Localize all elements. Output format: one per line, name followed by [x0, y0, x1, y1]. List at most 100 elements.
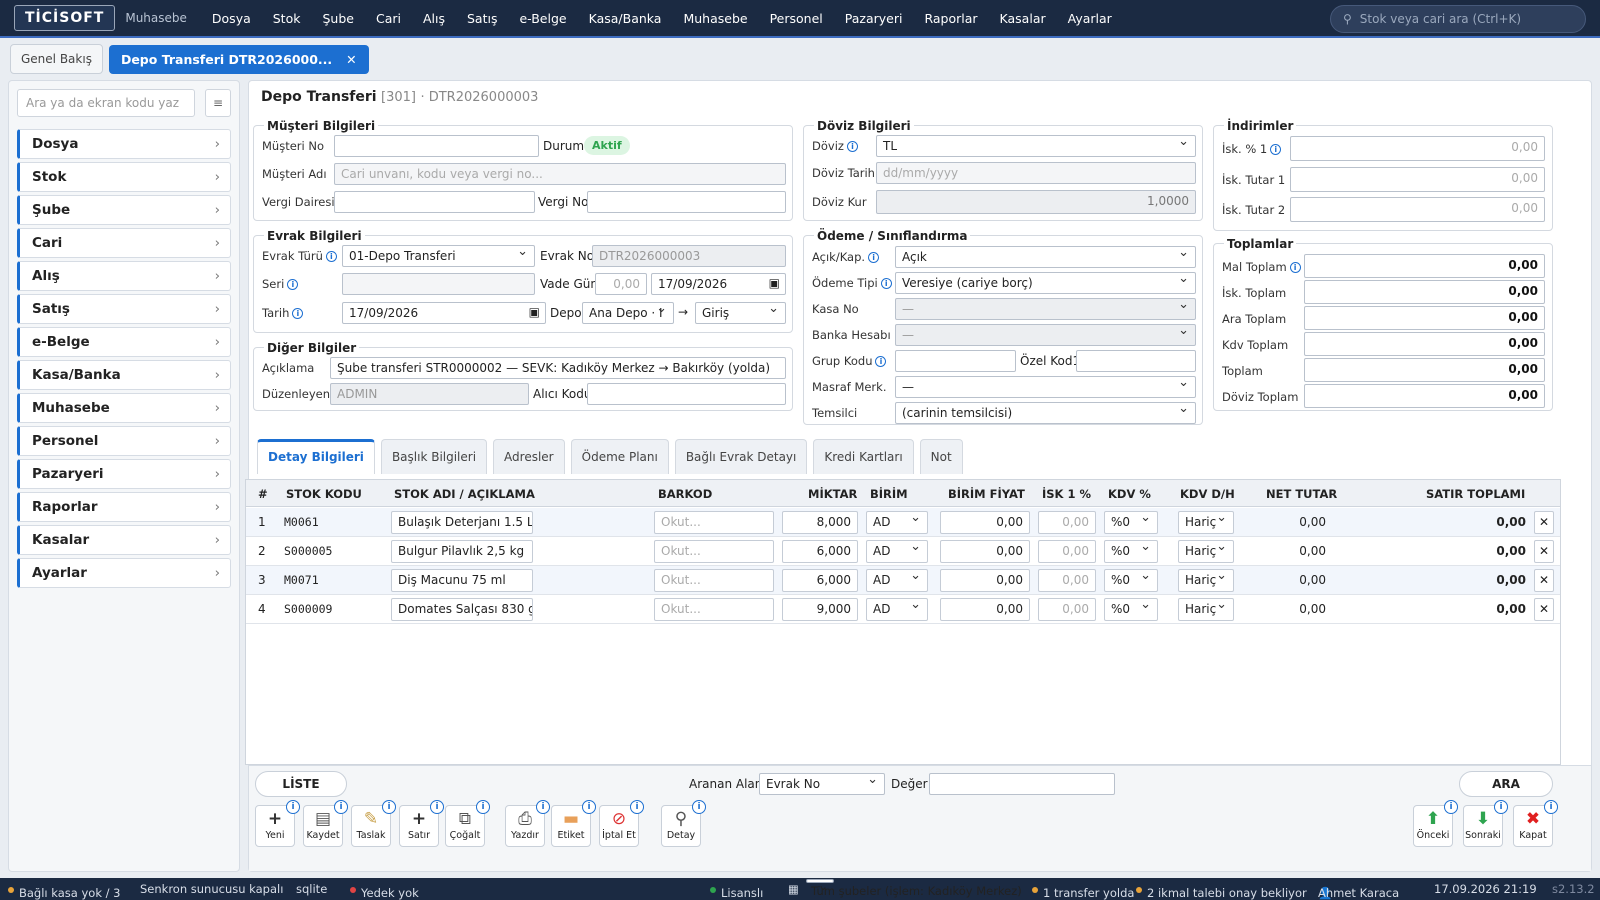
info-icon[interactable]: i — [430, 800, 444, 814]
info-icon[interactable]: i — [536, 800, 550, 814]
cell-ad-input[interactable]: Domates Salçası 830 g — [391, 598, 533, 621]
vergi-no-input[interactable] — [587, 191, 786, 213]
tab-detay-bilgileri[interactable]: Detay Bilgileri — [257, 439, 375, 474]
cell-miktar-input[interactable]: 9,000 — [782, 598, 858, 621]
sidebar-item-cari[interactable]: Cari › — [17, 228, 231, 258]
menu-ebelge[interactable]: e-Belge — [508, 11, 577, 26]
cell-dh-select[interactable]: Hariç — [1178, 569, 1234, 592]
cell-fiyat-input[interactable]: 0,00 — [940, 540, 1030, 563]
delete-row-icon[interactable]: ✕ — [1534, 598, 1554, 621]
vade-gun-input[interactable]: 0,00 — [595, 273, 647, 295]
masraf-merk-select[interactable]: — — [895, 376, 1196, 398]
isk-tutar1-input[interactable]: 0,00 — [1290, 167, 1545, 192]
info-icon[interactable]: i — [630, 800, 644, 814]
cell-isk-input[interactable]: 0,00 — [1038, 511, 1096, 534]
info-icon[interactable]: i — [875, 356, 887, 367]
info-icon[interactable]: i — [880, 278, 892, 289]
cell-kdv-select[interactable]: %0 — [1104, 569, 1158, 592]
menu-muhasebe[interactable]: Muhasebe — [672, 11, 758, 26]
delete-row-icon[interactable]: ✕ — [1534, 540, 1554, 563]
cell-dh-select[interactable]: Hariç — [1178, 511, 1234, 534]
vade-tarih-input[interactable]: 17/09/2026 ▣ — [651, 273, 786, 295]
tab-overview[interactable]: Genel Bakış — [10, 44, 103, 74]
etiket-button[interactable]: ▬ Etiket i — [551, 800, 596, 847]
menu-kasalar[interactable]: Kasalar — [989, 11, 1057, 26]
global-search[interactable]: ⚲ Stok veya cari ara (Ctrl+K) — [1330, 5, 1586, 33]
tab-bagli-evrak[interactable]: Bağlı Evrak Detayı — [674, 439, 808, 474]
ozel-kod-input[interactable] — [1076, 350, 1196, 372]
sidebar-item-sube[interactable]: Şube › — [17, 195, 231, 225]
sidebar-item-pazaryeri[interactable]: Pazaryeri › — [17, 459, 231, 489]
cell-birim-select[interactable]: AD — [866, 511, 928, 534]
cell-miktar-input[interactable]: 6,000 — [782, 540, 858, 563]
info-icon[interactable]: i — [1494, 800, 1508, 814]
seri-input[interactable] — [342, 273, 535, 295]
isk1-input[interactable]: 0,00 — [1290, 136, 1545, 161]
sidebar-item-kasa-banka[interactable]: Kasa/Banka › — [17, 360, 231, 390]
info-icon[interactable]: i — [476, 800, 490, 814]
info-icon[interactable]: i — [868, 252, 880, 263]
isk-tutar2-input[interactable]: 0,00 — [1290, 197, 1545, 222]
sidebar-item-satis[interactable]: Satış › — [17, 294, 231, 324]
yeni-button[interactable]: + Yeni i — [255, 800, 300, 847]
info-icon[interactable]: i — [1544, 800, 1558, 814]
aranan-alan-select[interactable]: Evrak No — [759, 773, 885, 795]
calendar-icon[interactable]: ▣ — [769, 276, 780, 290]
cell-dh-select[interactable]: Hariç — [1178, 540, 1234, 563]
doviz-select[interactable]: TL — [876, 135, 1196, 157]
cell-dh-select[interactable]: Hariç — [1178, 598, 1234, 621]
cell-birim-select[interactable]: AD — [866, 598, 928, 621]
sidebar-list-button[interactable]: ≡ — [205, 89, 231, 117]
info-icon[interactable]: i — [334, 800, 348, 814]
menu-cari[interactable]: Cari — [365, 11, 412, 26]
tab-depo-transfer[interactable]: Depo Transferi DTR2026000... ✕ — [108, 44, 369, 74]
sidebar-item-personel[interactable]: Personel › — [17, 426, 231, 456]
sidebar-item-kasalar[interactable]: Kasalar › — [17, 525, 231, 555]
sidebar-item-raporlar[interactable]: Raporlar › — [17, 492, 231, 522]
delete-row-icon[interactable]: ✕ — [1534, 511, 1554, 534]
grup-kodu-input[interactable] — [895, 350, 1016, 372]
info-icon[interactable]: i — [382, 800, 396, 814]
menu-ayarlar[interactable]: Ayarlar — [1057, 11, 1123, 26]
aciklama-input[interactable]: Şube transferi STR0000002 — SEVK: Kadıkö… — [330, 357, 786, 379]
menu-dosya[interactable]: Dosya — [201, 11, 262, 26]
yazdir-button[interactable]: ⎙ Yazdır i — [505, 800, 550, 847]
info-icon[interactable]: i — [1444, 800, 1458, 814]
cell-isk-input[interactable]: 0,00 — [1038, 569, 1096, 592]
taslak-button[interactable]: ✎ Taslak i — [351, 800, 396, 847]
ara-button[interactable]: ARA — [1459, 771, 1553, 797]
sidebar-item-dosya[interactable]: Dosya › — [17, 129, 231, 159]
tab-odeme-plani[interactable]: Ödeme Planı — [570, 439, 669, 474]
sidebar-search-input[interactable]: Ara ya da ekran kodu yaz — [17, 89, 195, 117]
cogalt-button[interactable]: ⧉ Çoğalt i — [445, 800, 490, 847]
menu-raporlar[interactable]: Raporlar — [913, 11, 988, 26]
cell-kdv-select[interactable]: %0 — [1104, 511, 1158, 534]
tarih-input[interactable]: 17/09/2026 ▣ — [342, 302, 546, 324]
tab-kredi-kartlari[interactable]: Kredi Kartları — [813, 439, 914, 474]
cell-isk-input[interactable]: 0,00 — [1038, 598, 1096, 621]
musteri-no-input[interactable] — [334, 135, 539, 157]
table-row[interactable]: 2 S000005 Bulgur Pilavlık 2,5 kg Okut... 6,0… — [246, 537, 1560, 566]
acik-kap-select[interactable]: Açık — [895, 246, 1196, 268]
doviz-tarih-input[interactable]: dd/mm/yyyy — [876, 162, 1196, 184]
info-icon[interactable]: i — [325, 251, 337, 262]
sidebar-item-stok[interactable]: Stok › — [17, 162, 231, 192]
table-row[interactable]: 1 M0061 Bulaşık Deterjanı 1.5 L Okut... 8,00… — [246, 508, 1560, 537]
close-icon[interactable]: ✕ — [346, 52, 356, 67]
temsilci-select[interactable]: (carinin temsilcisi) — [895, 402, 1196, 424]
menu-personel[interactable]: Personel — [759, 11, 834, 26]
barkod-input[interactable]: Okut... — [654, 598, 774, 621]
cell-ad-input[interactable]: Bulaşık Deterjanı 1.5 L — [391, 511, 533, 534]
sidebar-item-muhasebe[interactable]: Muhasebe › — [17, 393, 231, 423]
tab-baslik-bilgileri[interactable]: Başlık Bilgileri — [380, 439, 488, 474]
barkod-input[interactable]: Okut... — [654, 540, 774, 563]
menu-alis[interactable]: Alış — [412, 11, 456, 26]
table-row[interactable]: 4 S000009 Domates Salçası 830 g Okut... 9,00… — [246, 595, 1560, 624]
sidebar-item-alis[interactable]: Alış › — [17, 261, 231, 291]
menu-stok[interactable]: Stok — [262, 11, 312, 26]
cell-fiyat-input[interactable]: 0,00 — [940, 569, 1030, 592]
cell-isk-input[interactable]: 0,00 — [1038, 540, 1096, 563]
cell-ad-input[interactable]: Diş Macunu 75 ml — [391, 569, 533, 592]
calendar-icon[interactable]: ▣ — [529, 305, 540, 319]
kapat-button[interactable]: ✖ Kapat i — [1513, 800, 1558, 847]
